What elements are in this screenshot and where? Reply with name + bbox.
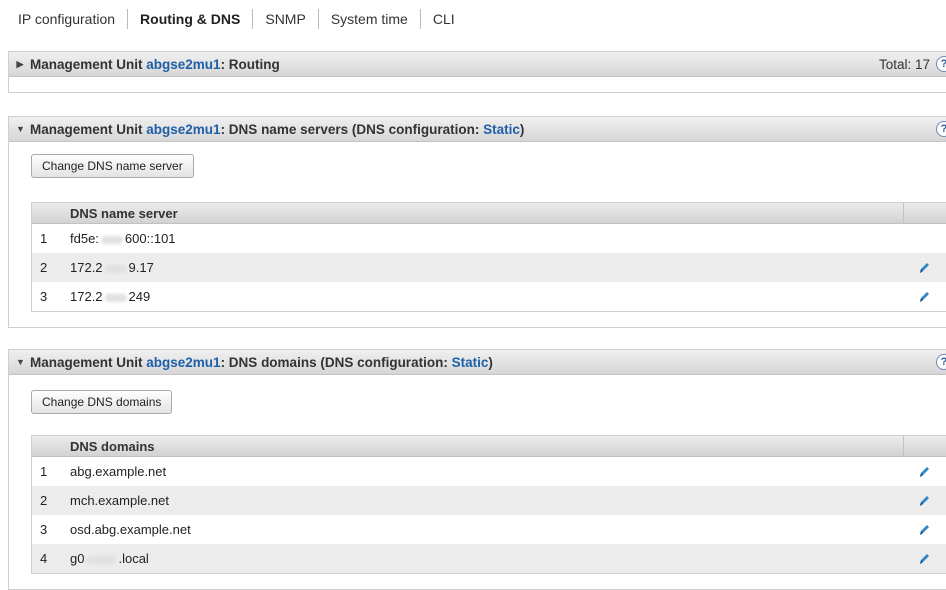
table-header: DNS domains xyxy=(32,436,946,457)
redacted-mark xyxy=(104,264,127,273)
value-part: fd5e: xyxy=(70,231,99,246)
table-row[interactable]: 1 abg.example.net xyxy=(32,457,946,486)
dns-name-server-column-header[interactable]: DNS name server xyxy=(70,206,178,221)
actions-column-header xyxy=(903,436,946,456)
dns-servers-unit-link[interactable]: abgse2mu1 xyxy=(146,122,220,137)
dns-domains-title: Management Unit abgse2mu1: DNS domains (… xyxy=(30,355,493,370)
routing-total: Total: 17 xyxy=(878,57,930,72)
row-index: 2 xyxy=(40,493,48,508)
triangle-down-icon[interactable]: ▼ xyxy=(16,357,25,367)
dns-servers-title-text: : DNS name servers (DNS configuration: xyxy=(220,121,484,137)
tab-system-time[interactable]: System time xyxy=(317,9,420,29)
row-index: 3 xyxy=(40,522,48,537)
value-part: 600::101 xyxy=(124,231,176,246)
value-part: 9.17 xyxy=(128,260,154,275)
table-row[interactable]: 2 172.2 9.17 xyxy=(32,253,946,282)
dns-domains-title-text: : DNS domains (DNS configuration: xyxy=(220,354,452,370)
edit-pencil-icon[interactable] xyxy=(917,465,931,479)
dns-domains-title-prefix: Management Unit xyxy=(30,354,147,370)
edit-pencil-icon[interactable] xyxy=(917,552,931,566)
tab-bar: IP configuration Routing & DNS SNMP Syst… xyxy=(18,8,467,30)
redacted-mark xyxy=(86,555,117,564)
help-icon[interactable]: ? xyxy=(936,121,946,137)
redacted-mark xyxy=(100,235,123,244)
row-index: 4 xyxy=(40,551,48,566)
tab-routing-dns[interactable]: Routing & DNS xyxy=(127,9,252,29)
routing-unit-link[interactable]: abgse2mu1 xyxy=(146,57,220,72)
table-row[interactable]: 2 mch.example.net xyxy=(32,486,946,515)
row-index: 3 xyxy=(40,289,48,304)
help-icon[interactable]: ? xyxy=(936,56,946,72)
table-row[interactable]: 3 osd.abg.example.net xyxy=(32,515,946,544)
value-part: g0 xyxy=(70,551,85,566)
dns-domains-mode: Static xyxy=(451,354,489,370)
tab-snmp[interactable]: SNMP xyxy=(252,9,317,29)
dns-domains-panel: ▼ Management Unit abgse2mu1: DNS domains… xyxy=(8,349,946,590)
routing-title-text: : Routing xyxy=(220,56,280,72)
index-column-header xyxy=(32,436,70,456)
table-row[interactable]: 3 172.2 249 xyxy=(32,282,946,311)
row-value: 172.2 249 xyxy=(70,289,150,304)
dns-domains-title-close: ) xyxy=(488,354,493,370)
dns-servers-title-close: ) xyxy=(519,121,525,137)
redacted-mark xyxy=(104,293,127,302)
change-dns-domains-button[interactable]: Change DNS domains xyxy=(31,390,173,414)
row-value: osd.abg.example.net xyxy=(70,522,191,537)
row-value: abg.example.net xyxy=(70,464,167,479)
table-row[interactable]: 4 g0 .local xyxy=(32,544,946,573)
table-row[interactable]: 1 fd5e: 600::101 xyxy=(32,224,946,253)
edit-pencil-icon[interactable] xyxy=(917,261,931,275)
tab-cli[interactable]: CLI xyxy=(419,9,467,29)
tab-ip-configuration[interactable]: IP configuration xyxy=(18,9,127,29)
routing-panel-header[interactable]: ▶ Management Unit abgse2mu1: Routing Tot… xyxy=(9,52,946,77)
dns-domains-column-header[interactable]: DNS domains xyxy=(70,439,155,454)
value-part: 172.2 xyxy=(70,260,103,275)
help-icon[interactable]: ? xyxy=(936,354,946,370)
dns-domains-table: DNS domains 1 abg.example.net 2 mch.exam… xyxy=(31,435,946,574)
row-index: 1 xyxy=(40,231,48,246)
routing-title-prefix: Management Unit xyxy=(30,56,147,72)
edit-pencil-icon[interactable] xyxy=(917,523,931,537)
edit-pencil-icon[interactable] xyxy=(917,290,931,304)
table-header: DNS name server xyxy=(32,203,946,224)
index-column-header xyxy=(32,203,70,223)
change-dns-name-server-button[interactable]: Change DNS name server xyxy=(31,154,194,178)
value-part: 249 xyxy=(128,289,151,304)
triangle-down-icon[interactable]: ▼ xyxy=(16,124,25,134)
dns-servers-title-prefix: Management Unit xyxy=(30,121,147,137)
dns-domains-panel-header[interactable]: ▼ Management Unit abgse2mu1: DNS domains… xyxy=(9,350,946,375)
dns-servers-panel-header[interactable]: ▼ Management Unit abgse2mu1: DNS name se… xyxy=(9,117,946,142)
value-part: 172.2 xyxy=(70,289,103,304)
dns-servers-title: Management Unit abgse2mu1: DNS name serv… xyxy=(30,122,524,137)
actions-column-header xyxy=(903,203,946,223)
value-part: .local xyxy=(118,551,149,566)
dns-servers-table: DNS name server 1 fd5e: 600::101 2 172.2 9… xyxy=(31,202,946,312)
row-index: 2 xyxy=(40,260,48,275)
routing-panel: ▶ Management Unit abgse2mu1: Routing Tot… xyxy=(8,51,946,93)
row-value: g0 .local xyxy=(70,551,149,566)
dns-servers-panel: ▼ Management Unit abgse2mu1: DNS name se… xyxy=(8,116,946,328)
dns-servers-mode: Static xyxy=(483,121,520,137)
triangle-right-icon[interactable]: ▶ xyxy=(16,59,24,70)
routing-title: Management Unit abgse2mu1: Routing xyxy=(30,57,280,72)
row-value: mch.example.net xyxy=(70,493,169,508)
row-value: fd5e: 600::101 xyxy=(70,231,176,246)
edit-pencil-icon[interactable] xyxy=(917,494,931,508)
dns-domains-unit-link[interactable]: abgse2mu1 xyxy=(146,355,220,370)
row-value: 172.2 9.17 xyxy=(70,260,154,275)
row-index: 1 xyxy=(40,464,48,479)
